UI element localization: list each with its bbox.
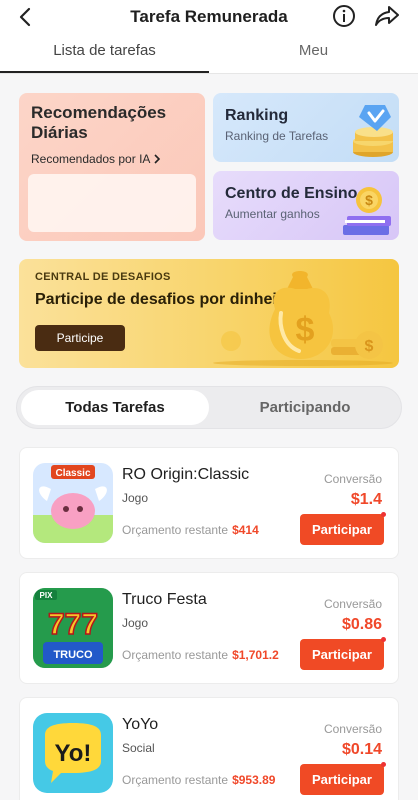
page-title: Tarefa Remunerada (130, 7, 288, 26)
budget-label: Orçamento restante (122, 648, 229, 662)
budget-value: $953.89 (232, 773, 276, 787)
task-filter-segment: Todas Tarefas Participando (16, 386, 402, 429)
conversion-price: $1.4 (350, 491, 382, 508)
conversion-label: Conversão (323, 722, 382, 736)
budget-value: $414 (232, 523, 259, 537)
challenges-banner[interactable]: CENTRAL DE DESAFIOS Participe de desafio… (19, 259, 399, 368)
segment-all-tasks[interactable]: Todas Tarefas (21, 390, 209, 425)
teaching-center-card[interactable]: Centro de Ensino Aumentar ganhos $ (213, 171, 399, 240)
app-badge-text: Classic (55, 468, 90, 479)
task-name: Truco Festa (122, 591, 207, 608)
task-category: Social (122, 741, 155, 755)
daily-recommendations-card[interactable]: Recomendações Diárias Recomendados por I… (19, 93, 205, 241)
conversion-price: $0.86 (341, 616, 382, 633)
task-budget: Orçamento restante $1,701.2 (122, 648, 279, 662)
active-tab-indicator (0, 71, 209, 73)
back-arrow-icon[interactable] (14, 5, 38, 29)
truco-festa-app-icon: 777 TRUCO PIX (33, 588, 113, 668)
recommendations-content-area (28, 174, 196, 232)
tab-mine[interactable]: Meu (209, 34, 418, 74)
svg-text:777: 777 (48, 608, 98, 641)
conversion-label: Conversão (323, 472, 382, 486)
recommendations-subtitle: Recomendados por IA (31, 152, 151, 166)
task-category: Jogo (122, 491, 149, 505)
top-bar: Tarefa Remunerada (0, 0, 418, 34)
app-thumbnail: Yo! (33, 713, 113, 793)
conversion-price: $0.14 (341, 741, 382, 758)
svg-text:$: $ (365, 338, 374, 355)
budget-value: $1,701.2 (232, 648, 279, 662)
app-badge-text: Yo! (55, 740, 92, 767)
participate-task-button[interactable]: Participar (300, 639, 384, 670)
task-card[interactable]: 777 TRUCO PIX Truco Festa Jogo Orçamento… (19, 572, 399, 684)
books-coin-icon: $ (343, 187, 391, 235)
svg-text:$: $ (296, 311, 315, 349)
notification-dot (381, 637, 386, 642)
share-icon[interactable] (374, 4, 400, 28)
tab-task-list[interactable]: Lista de tarefas (0, 34, 209, 74)
svg-text:$: $ (365, 192, 373, 208)
money-bag-coins-icon: $ $ (213, 271, 393, 366)
notification-dot (381, 512, 386, 517)
chevron-right-icon (154, 154, 161, 164)
task-budget: Orçamento restante $414 (122, 523, 259, 537)
task-name: YoYo (122, 716, 159, 733)
app-badge-text: PIX (40, 591, 54, 600)
ro-origin-app-icon: Classic (33, 463, 113, 543)
task-budget: Orçamento restante $953.89 (122, 773, 275, 787)
participate-button[interactable]: Participe (35, 325, 125, 351)
task-card[interactable]: Yo! YoYo Social Orçamento restante $953.8… (19, 697, 399, 800)
task-card[interactable]: Classic RO Origin:Classic Jogo Orçamento… (19, 447, 399, 559)
svg-text:TRUCO: TRUCO (53, 649, 93, 661)
ranking-badge-coins-icon (353, 105, 393, 157)
budget-label: Orçamento restante (122, 523, 229, 537)
notification-dot (381, 762, 386, 767)
participate-task-button[interactable]: Participar (300, 514, 384, 545)
tab-bar: Lista de tarefas Meu (0, 34, 418, 74)
segment-participating[interactable]: Participando (211, 390, 399, 425)
budget-label: Orçamento restante (122, 773, 229, 787)
info-icon[interactable] (332, 4, 356, 28)
task-name: RO Origin:Classic (122, 466, 250, 483)
yoyo-app-icon: Yo! (33, 713, 113, 793)
app-thumbnail: 777 TRUCO PIX (33, 588, 113, 668)
recommendations-title: Recomendações Diárias (31, 103, 167, 142)
recommendations-link[interactable]: Recomendados por IA (31, 152, 193, 166)
conversion-label: Conversão (323, 597, 382, 611)
participate-task-button[interactable]: Participar (300, 764, 384, 795)
task-category: Jogo (122, 616, 149, 630)
app-thumbnail: Classic (33, 463, 113, 543)
ranking-card[interactable]: Ranking Ranking de Tarefas (213, 93, 399, 162)
